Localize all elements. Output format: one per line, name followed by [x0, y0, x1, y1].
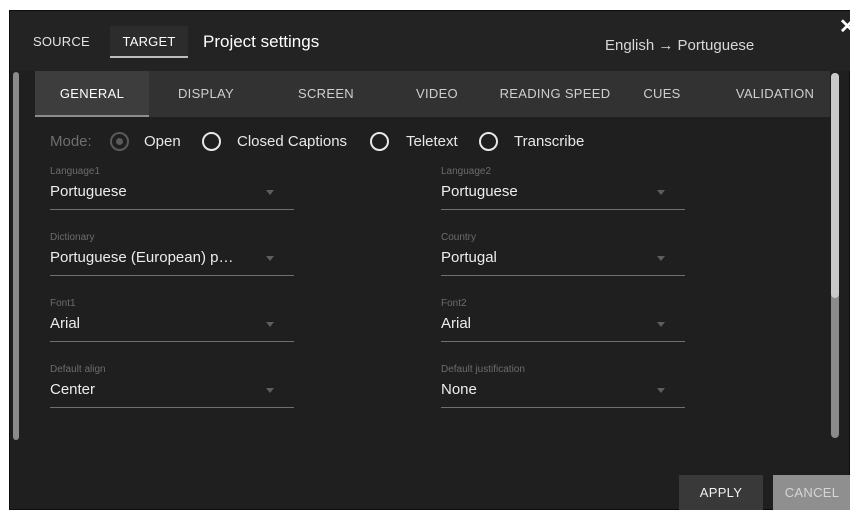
field-underline: [50, 341, 294, 342]
close-icon[interactable]: ✕: [839, 17, 850, 37]
chevron-down-icon[interactable]: [266, 388, 274, 393]
language1-label: Language1: [50, 166, 101, 177]
language-pair: English → Portuguese: [605, 37, 755, 54]
field-underline: [441, 341, 685, 342]
field-underline: [50, 209, 294, 210]
font1-label: Font1: [50, 298, 76, 309]
language1-value: Portuguese: [50, 183, 127, 200]
settings-tabbar: GENERAL DISPLAY SCREEN VIDEO READING SPE…: [35, 71, 830, 117]
radio-closed-captions-label[interactable]: Closed Captions: [237, 133, 347, 150]
project-settings-dialog: SOURCE TARGET Project settings English →…: [9, 10, 850, 510]
dictionary-select[interactable]: Dictionary Portuguese (European) p…: [50, 232, 294, 282]
default-justification-value: None: [441, 381, 477, 398]
country-select[interactable]: Country Portugal: [441, 232, 685, 282]
chevron-down-icon[interactable]: [266, 190, 274, 195]
right-scrollbar-thumb[interactable]: [831, 73, 839, 298]
chevron-down-icon[interactable]: [657, 256, 665, 261]
chevron-down-icon[interactable]: [657, 388, 665, 393]
tab-cues[interactable]: CUES: [630, 71, 694, 117]
country-value: Portugal: [441, 249, 497, 266]
chevron-down-icon[interactable]: [657, 190, 665, 195]
country-label: Country: [441, 232, 477, 243]
field-underline: [50, 275, 294, 276]
field-underline: [441, 275, 685, 276]
radio-teletext[interactable]: [370, 132, 389, 151]
dialog-title: Project settings: [203, 32, 320, 51]
tab-video[interactable]: VIDEO: [398, 71, 476, 117]
radio-transcribe-label[interactable]: Transcribe: [514, 133, 584, 150]
tab-target[interactable]: TARGET: [110, 26, 188, 58]
cancel-button[interactable]: CANCEL: [773, 475, 850, 510]
font2-label: Font2: [441, 298, 467, 309]
language2-value: Portuguese: [441, 183, 518, 200]
default-align-select[interactable]: Default align Center: [50, 364, 294, 414]
apply-button[interactable]: APPLY: [679, 475, 763, 510]
tab-validation[interactable]: VALIDATION: [725, 71, 825, 117]
field-underline: [441, 407, 685, 408]
default-align-value: Center: [50, 381, 96, 398]
font2-select[interactable]: Font2 Arial: [441, 298, 685, 348]
default-align-label: Default align: [50, 364, 106, 375]
tab-screen[interactable]: SCREEN: [282, 71, 370, 117]
field-underline: [441, 209, 685, 210]
font2-value: Arial: [441, 315, 472, 332]
default-justification-select[interactable]: Default justification None: [441, 364, 685, 414]
language1-select[interactable]: Language1 Portuguese: [50, 166, 294, 216]
mode-radio-group: Mode: Open Closed Captions Teletext Tran…: [50, 131, 610, 155]
chevron-down-icon[interactable]: [266, 322, 274, 327]
field-underline: [50, 407, 294, 408]
mode-label: Mode:: [50, 133, 92, 150]
dialog-titlebar: SOURCE TARGET Project settings English →…: [10, 11, 850, 71]
tab-source[interactable]: SOURCE: [33, 34, 90, 49]
radio-teletext-label[interactable]: Teletext: [406, 133, 458, 150]
chevron-down-icon[interactable]: [266, 256, 274, 261]
default-justification-label: Default justification: [441, 364, 525, 375]
radio-transcribe[interactable]: [479, 132, 498, 151]
radio-open-label[interactable]: Open: [144, 133, 181, 150]
tab-reading-speed[interactable]: READING SPEED: [490, 71, 620, 117]
dictionary-label: Dictionary: [50, 232, 95, 243]
font1-select[interactable]: Font1 Arial: [50, 298, 294, 348]
left-scrollbar[interactable]: [13, 72, 19, 440]
radio-closed-captions[interactable]: [202, 132, 221, 151]
tab-general[interactable]: GENERAL: [35, 71, 149, 117]
language2-label: Language2: [441, 166, 492, 177]
tab-display[interactable]: DISPLAY: [162, 71, 250, 117]
chevron-down-icon[interactable]: [657, 322, 665, 327]
language2-select[interactable]: Language2 Portuguese: [441, 166, 685, 216]
dictionary-value: Portuguese (European) p…: [50, 249, 234, 266]
radio-open[interactable]: [110, 132, 129, 151]
font1-value: Arial: [50, 315, 81, 332]
